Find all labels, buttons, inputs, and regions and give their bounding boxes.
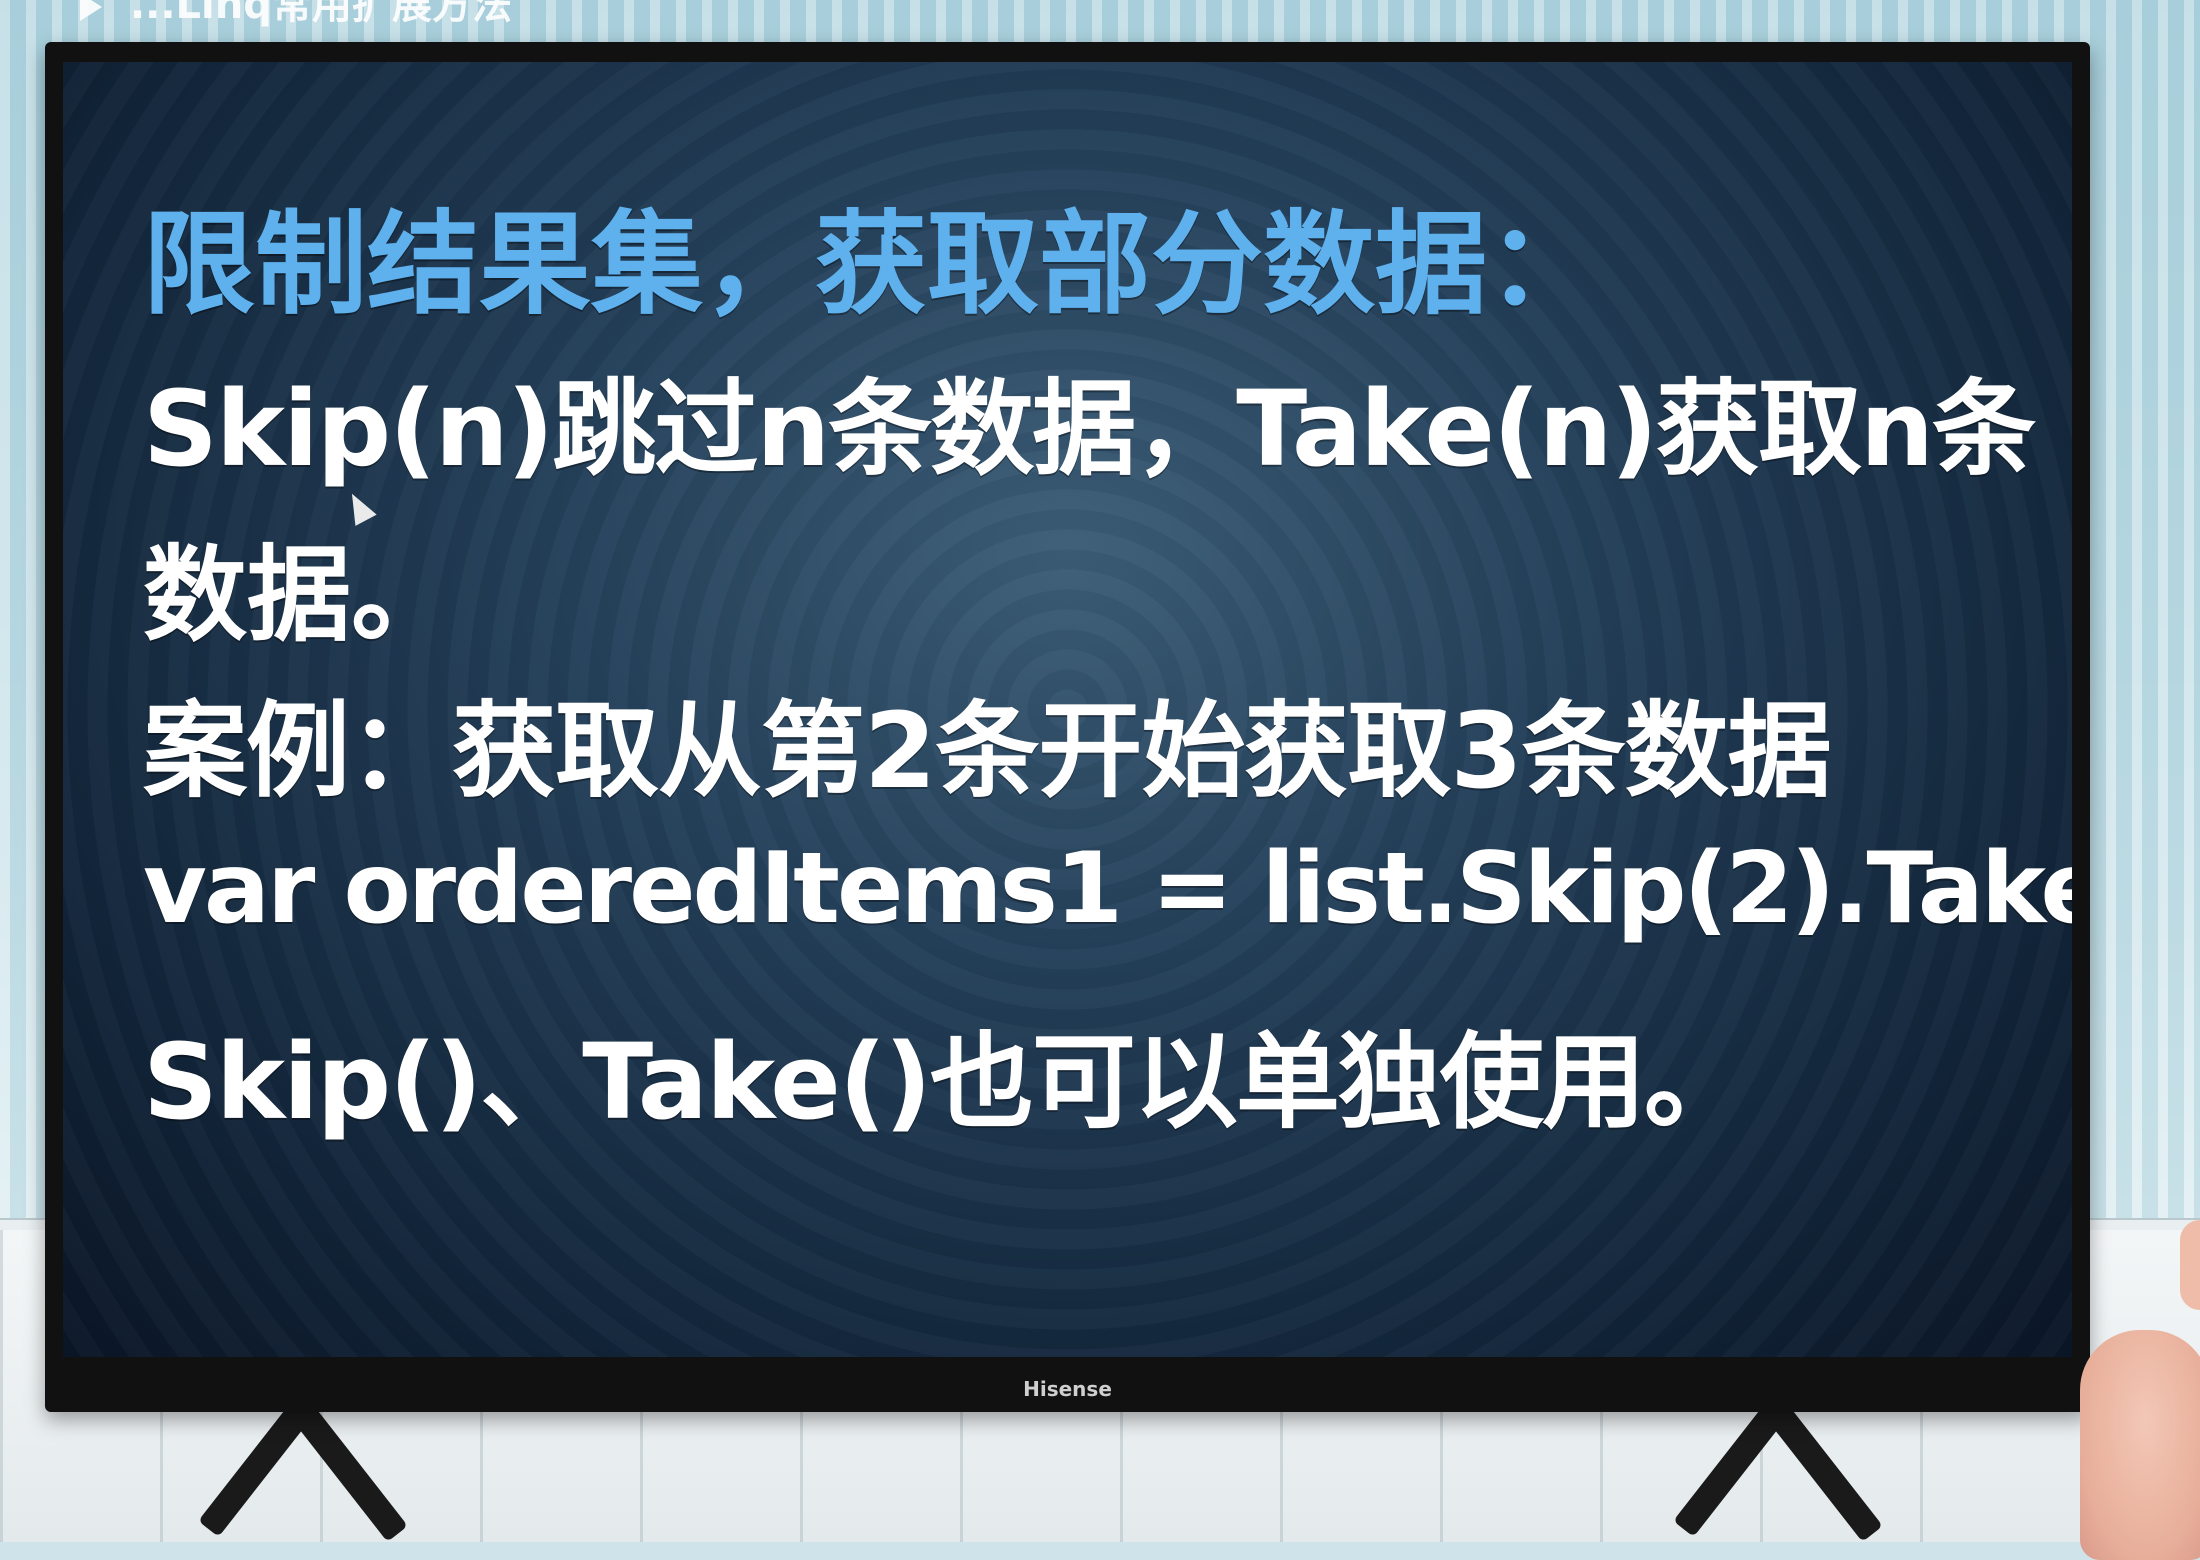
slide-heading: 限制结果集，获取部分数据： [143, 200, 1599, 330]
presenter-hand [2080, 1330, 2200, 1560]
slide-line-code: var orderedItems1 = list.Skip(2).Take(3)… [143, 832, 2072, 946]
presenter-finger [2180, 1220, 2200, 1310]
slide-line-note: Skip()、Take()也可以单独使用。 [143, 1021, 1748, 1143]
tv-frame: 限制结果集，获取部分数据： Skip(n)跳过n条数据，Take(n)获取n条 … [45, 42, 2090, 1412]
slide-line-skip-take: Skip(n)跳过n条数据，Take(n)获取n条 [143, 368, 2036, 490]
slide-line-example: 案例：获取从第2条开始获取3条数据 [143, 690, 1832, 812]
slide-screen: 限制结果集，获取部分数据： Skip(n)跳过n条数据，Take(n)获取n条 … [63, 62, 2072, 1357]
slide-line-data: 数据。 [143, 534, 456, 656]
play-icon[interactable] [80, 0, 102, 21]
video-title: ...Linq常用扩展方法 [80, 0, 512, 28]
tv-brand-logo: Hisense [1023, 1377, 1112, 1401]
video-title-text: ...Linq常用扩展方法 [129, 0, 512, 28]
